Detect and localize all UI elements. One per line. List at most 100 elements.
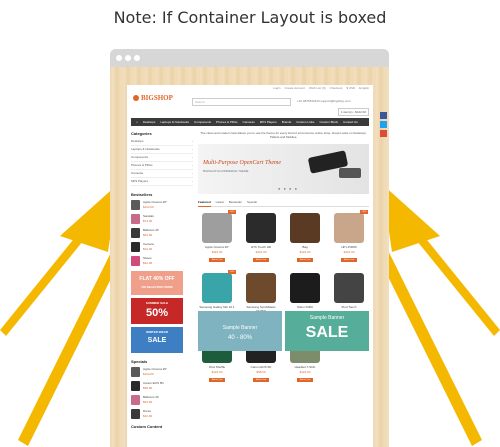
top-link[interactable]: English (359, 86, 369, 90)
nav-item[interactable]: Contact Us (343, 118, 358, 126)
chevron-right-icon: › (192, 171, 193, 175)
top-link[interactable]: Checkout (330, 86, 343, 90)
chevron-right-icon: › (192, 163, 193, 167)
category-item[interactable]: Phones & PDAs › (131, 162, 193, 170)
ad-banner-flat40[interactable]: FLAT 40% OFF ON SELECTED ITEMS (131, 271, 183, 295)
browser-titlebar (110, 49, 389, 67)
bestseller-list: Apple Cinema 30" $110.00 Sandals $73.00 Ball… (131, 199, 193, 268)
top-link[interactable]: Login (273, 86, 280, 90)
home-icon[interactable]: ⌂ (136, 118, 138, 126)
nav-item[interactable]: Laptops & Notebooks (160, 118, 189, 126)
category-item[interactable]: Cameras › (131, 170, 193, 178)
product-name: Balloons 26 (143, 395, 159, 399)
discount-badge: -10% (228, 210, 236, 214)
product-image (290, 213, 320, 243)
product-price: $122.00 (211, 370, 223, 374)
top-link[interactable]: Create Account (284, 86, 305, 90)
chevron-right-icon: › (192, 147, 193, 151)
product-card[interactable]: Apple Cinema 30" $110.00 Add to Cart -10% (198, 210, 236, 268)
slider-title: Multi-Purpose OpenCart Theme (203, 160, 281, 166)
product-name: Canon EOS 5D (250, 365, 272, 369)
product-thumbnail (131, 256, 140, 266)
nav-item[interactable]: Custom Block (319, 118, 338, 126)
product-price: $64.00 (143, 400, 153, 404)
category-item[interactable]: MP3 Players › (131, 178, 193, 186)
list-item[interactable]: Balloons 26 $64.00 (131, 394, 193, 407)
boxed-background: Login Create Account Wish List (0) Checkout… (110, 67, 389, 447)
product-price: $110.00 (211, 250, 223, 254)
ad-line: 50% (145, 307, 169, 319)
store-logo[interactable]: BIGSHOP (133, 94, 173, 102)
nav-item[interactable]: MP3 Players (260, 118, 277, 126)
product-thumbnail (131, 367, 140, 377)
window-dot[interactable] (125, 55, 131, 61)
add-to-cart-button[interactable]: Add to Cart (209, 258, 225, 262)
google-plus-icon[interactable] (380, 130, 387, 137)
nav-item[interactable]: Components (194, 118, 211, 126)
list-item[interactable]: Shoes $22.00 (131, 255, 193, 268)
nav-item[interactable]: Cameras (243, 118, 255, 126)
list-item[interactable]: Sandals $73.00 (131, 213, 193, 226)
list-item[interactable]: Canon EOS 5D $98.00 (131, 380, 193, 393)
hero-slider[interactable]: Multi-Purpose OpenCart Theme BIGSHOP ECO… (198, 144, 369, 194)
category-label: Cameras (131, 171, 144, 175)
window-dot[interactable] (116, 55, 122, 61)
nav-item[interactable]: Desktops (143, 118, 156, 126)
sample-banner-2[interactable]: Sample Banner SALE (285, 311, 369, 351)
tab-bestseller[interactable]: Bestseller (229, 198, 242, 206)
nav-item[interactable]: Brands (282, 118, 292, 126)
top-link[interactable]: Wish List (0) (309, 86, 326, 90)
add-to-cart-button[interactable]: Add to Cart (253, 378, 269, 382)
search-input[interactable]: Search (192, 98, 291, 106)
product-image (202, 273, 232, 303)
product-price: $110.00 (143, 205, 154, 209)
slider-dots[interactable]: ● ● ● ● (278, 186, 298, 191)
add-to-cart-button[interactable]: Add to Cart (253, 258, 269, 262)
list-item[interactable]: Apple Cinema 30" $110.00 (131, 366, 193, 379)
product-price: $22.00 (143, 261, 153, 265)
product-card[interactable]: Bag $122.00 Add to Cart (286, 210, 324, 268)
product-thumbnail (131, 228, 140, 238)
nav-item[interactable]: Phones & PDAs (216, 118, 238, 126)
list-item[interactable]: Dress $42.00 (131, 408, 193, 421)
product-price: $24.00 (143, 247, 153, 251)
tab-special[interactable]: Special (247, 198, 257, 206)
phone-image (339, 168, 361, 178)
product-card[interactable]: HP LP3065 $122.00 Add to Cart -20% (330, 210, 368, 268)
top-link[interactable]: $ USD (346, 86, 355, 90)
sample-banner-1[interactable]: Sample Banner 40 - 80% (198, 311, 282, 351)
product-price: $98.00 (256, 370, 266, 374)
product-price: $122.00 (255, 250, 267, 254)
window-dot[interactable] (134, 55, 140, 61)
product-name: Apple Cinema 30" (143, 367, 168, 371)
product-card[interactable]: HTC Touch HD $122.00 Add to Cart (242, 210, 280, 268)
nav-item[interactable]: Custom Links (296, 118, 314, 126)
category-item[interactable]: Desktops › (131, 138, 193, 146)
product-thumbnail (131, 395, 140, 405)
ad-line: ON SELECTED ITEMS (141, 285, 173, 289)
list-item[interactable]: Apple Cinema 30" $110.00 (131, 199, 193, 212)
tab-featured[interactable]: Featured (198, 198, 211, 207)
category-item[interactable]: Components › (131, 154, 193, 162)
category-item[interactable]: Laptops & Notebooks › (131, 146, 193, 154)
facebook-icon[interactable] (380, 112, 387, 119)
top-links: Login Create Account Wish List (0) Checkout… (269, 86, 369, 90)
product-price: $122.00 (343, 250, 355, 254)
store-page: Login Create Account Wish List (0) Checkout… (127, 85, 373, 447)
add-to-cart-button[interactable]: Add to Cart (297, 258, 313, 262)
sidebar: Categories Desktops › Laptops & Notebooks ›… (131, 131, 193, 431)
list-item[interactable]: Balloons 26 $64.00 (131, 227, 193, 240)
list-item[interactable]: Camera $24.00 (131, 241, 193, 254)
chevron-right-icon: › (192, 139, 193, 143)
add-to-cart-button[interactable]: Add to Cart (209, 378, 225, 382)
product-thumbnail (131, 409, 140, 419)
twitter-icon[interactable] (380, 121, 387, 128)
logo-icon (133, 95, 139, 102)
add-to-cart-button[interactable]: Add to Cart (341, 258, 357, 262)
discount-badge: -10% (228, 270, 236, 274)
ad-banner-winter[interactable]: WINTER WEAR SALE (131, 327, 183, 353)
add-to-cart-button[interactable]: Add to Cart (297, 378, 313, 382)
cart-button[interactable]: 1 item(s) - $122.00 (337, 108, 369, 116)
ad-banner-summer[interactable]: SUMMER SALE 50% (131, 298, 183, 324)
tab-latest[interactable]: Latest (216, 198, 224, 206)
